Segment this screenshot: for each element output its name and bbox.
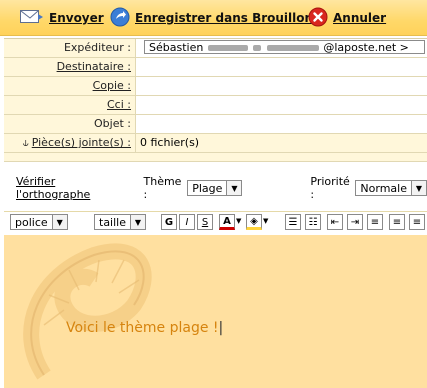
seashell-background-icon <box>23 243 152 380</box>
priority-select[interactable]: Normale ▼ <box>355 180 427 196</box>
indent-icon: ⇥ <box>350 216 360 228</box>
options-bar: Vérifier l'orthographe Thème : Plage ▼ P… <box>4 175 427 201</box>
font-color-button[interactable]: A <box>219 214 235 230</box>
outdent-button[interactable]: ⇤ <box>327 214 343 230</box>
cc-row: Copie : <box>4 77 427 96</box>
from-select[interactable]: Sébastien @laposte.net > <box>144 40 425 54</box>
attachments-row: ⫝ Pièce(s) jointe(s) : 0 fichier(s) <box>4 134 427 153</box>
envelope-send-icon <box>20 9 44 27</box>
align-center-icon: ≡ <box>392 216 402 228</box>
paperclip-icon: ⫝ <box>22 138 29 149</box>
outdent-icon: ⇤ <box>330 216 340 228</box>
message-editor[interactable]: Voici le thème plage !| <box>4 235 427 388</box>
font-color-dropdown-icon[interactable]: ▼ <box>236 217 241 225</box>
redacted-name <box>207 45 248 51</box>
save-draft-label: Enregistrer dans Brouillons <box>135 11 321 25</box>
from-label: Expéditeur : <box>4 39 136 57</box>
theme-value: Plage <box>192 181 223 195</box>
subject-row: Objet : <box>4 115 427 134</box>
send-label: Envoyer <box>49 11 104 25</box>
from-row: Expéditeur : Sébastien @laposte.net > <box>4 39 427 58</box>
from-value-suffix: @laposte.net > <box>323 41 409 54</box>
cancel-label: Annuler <box>333 11 387 25</box>
formatting-toolbar: police ▼ taille ▼ G I S A ▼ ◈ ▼ ☰ ☷ ⇤ ⇥ … <box>4 211 427 234</box>
from-value-prefix: Sébastien <box>149 41 204 54</box>
highlight-dropdown-icon[interactable]: ▼ <box>263 217 268 225</box>
underline-button[interactable]: S <box>197 214 213 230</box>
paint-bucket-icon: ◈ <box>250 215 258 227</box>
to-input[interactable] <box>136 58 427 76</box>
theme-label: Thème : <box>143 175 182 201</box>
header-spacer <box>4 153 427 162</box>
align-right-button[interactable]: ≡ <box>409 214 425 230</box>
send-button[interactable]: Envoyer <box>20 9 104 27</box>
chevron-down-icon: ▼ <box>130 215 145 229</box>
theme-select[interactable]: Plage ▼ <box>187 180 243 196</box>
cc-input[interactable] <box>136 77 427 95</box>
numbered-list-button[interactable]: ☷ <box>305 214 321 230</box>
priority-label: Priorité : <box>310 175 350 201</box>
chevron-down-icon: ▼ <box>411 181 426 195</box>
align-left-icon: ≡ <box>370 216 380 228</box>
align-right-icon: ≡ <box>412 216 422 228</box>
subject-label: Objet : <box>4 115 136 133</box>
message-header-form: Expéditeur : Sébastien @laposte.net > De… <box>4 38 427 162</box>
align-left-button[interactable]: ≡ <box>367 214 383 230</box>
highlight-button[interactable]: ◈ <box>246 214 262 230</box>
italic-button[interactable]: I <box>179 214 195 230</box>
spellcheck-link[interactable]: Vérifier l'orthographe <box>16 175 122 201</box>
cc-label[interactable]: Copie : <box>4 77 136 95</box>
attachments-link[interactable]: ⫝ Pièce(s) jointe(s) : <box>4 134 136 152</box>
align-center-button[interactable]: ≡ <box>389 214 405 230</box>
bcc-row: Cci : <box>4 96 427 115</box>
numbered-list-icon: ☷ <box>308 216 318 228</box>
chevron-down-icon: ▼ <box>51 215 67 229</box>
priority-value: Normale <box>360 181 407 195</box>
attachments-count: 0 fichier(s) <box>136 134 427 152</box>
to-row: Destinataire : <box>4 58 427 77</box>
size-select[interactable]: taille ▼ <box>94 214 146 230</box>
to-label[interactable]: Destinataire : <box>4 58 136 76</box>
bulleted-list-button[interactable]: ☰ <box>285 214 301 230</box>
compose-toolbar: Envoyer Enregistrer dans Brouillons Annu… <box>0 0 427 36</box>
cancel-icon <box>308 7 328 30</box>
message-body-text: Voici le thème plage !| <box>66 320 224 336</box>
bcc-label[interactable]: Cci : <box>4 96 136 114</box>
bcc-input[interactable] <box>136 96 427 114</box>
chevron-down-icon: ▼ <box>226 181 242 195</box>
bulleted-list-icon: ☰ <box>288 216 298 228</box>
cancel-button[interactable]: Annuler <box>308 7 387 30</box>
indent-button[interactable]: ⇥ <box>347 214 363 230</box>
bold-button[interactable]: G <box>161 214 177 230</box>
subject-input[interactable] <box>136 115 427 133</box>
save-draft-icon <box>110 7 130 30</box>
save-draft-button[interactable]: Enregistrer dans Brouillons <box>110 7 321 30</box>
redacted-email <box>266 45 319 51</box>
font-select[interactable]: police ▼ <box>10 214 68 230</box>
